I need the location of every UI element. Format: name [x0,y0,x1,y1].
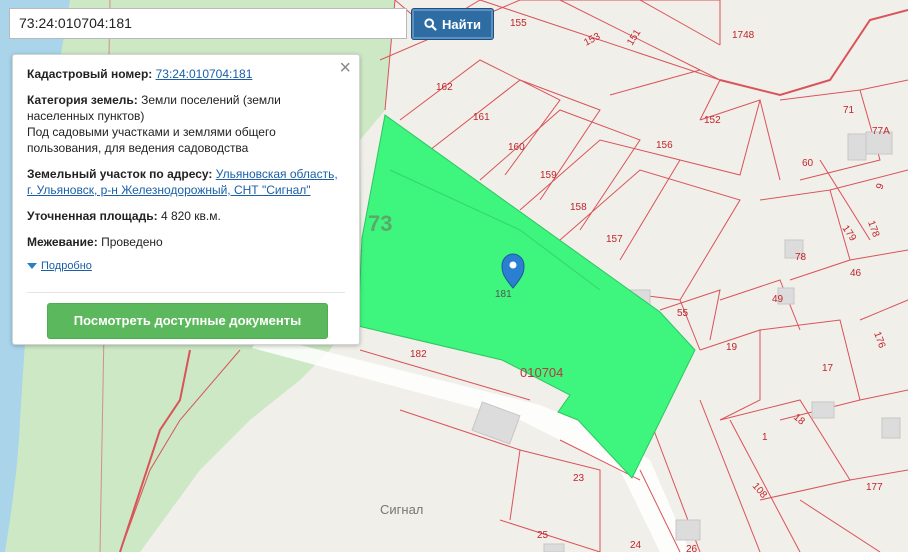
area-value: 4 820 кв.м. [160,209,221,223]
plot-number-label: 25 [537,530,549,541]
address-label: Земельный участок по адресу: [27,167,213,181]
caret-down-icon [27,263,37,269]
place-label: Сигнал [380,502,423,517]
plot-number-label: 60 [802,158,814,169]
survey-value: Проведено [101,235,163,249]
plot-number-label: 24 [630,540,642,551]
search-button[interactable]: Найти [411,8,494,40]
plot-number-label: 155 [510,18,527,29]
area-label: Уточненная площадь: [27,209,158,223]
plot-number-label: 160 [508,142,525,153]
plot-number-label: 19 [726,342,738,353]
plot-number-label: 55 [677,308,689,319]
area-row: Уточненная площадь: 4 820 кв.м. [27,208,345,224]
plot-number-label: 182 [410,349,427,360]
address-row: Земельный участок по адресу: Ульяновская… [27,166,345,198]
plot-number-label: 156 [656,140,673,151]
plot-number-label: 1 [762,432,768,443]
plot-number-label: 17 [822,363,834,374]
plot-info-panel: × Кадастровый номер: 73:24:010704:181 Ка… [12,54,360,345]
usage-value: Под садовыми участками и землями общего … [27,125,276,155]
divider [27,292,345,293]
category-row: Категория земель: Земли поселений (земли… [27,92,345,156]
view-documents-button[interactable]: Посмотреть доступные документы [47,303,328,339]
plot-number-label: 159 [540,170,557,181]
category-label: Категория земель: [27,93,138,107]
district-label: 73 [368,211,392,236]
more-details-link[interactable]: Подробно [27,258,345,274]
search-button-label: Найти [442,16,481,32]
plot-number-label: 1748 [732,30,755,41]
search-input[interactable]: 73:24:010704:181 [9,8,407,39]
plot-number-label: 23 [573,473,585,484]
more-details-label: Подробно [41,260,92,272]
close-icon[interactable]: × [339,58,351,78]
quarter-label: 010704 [520,365,563,380]
survey-label: Межевание: [27,235,98,249]
cadastral-link[interactable]: 73:24:010704:181 [156,67,253,81]
plot-number-label: 77А [872,126,890,137]
plot-number-label: 158 [570,202,587,213]
search-icon [424,17,437,31]
plot-number-label: 49 [772,294,784,305]
plot-number-label: 71 [843,105,855,116]
selected-plot-label: 181 [495,289,512,300]
plot-number-label: 161 [473,112,490,123]
plot-number-label: 152 [704,115,721,126]
survey-row: Межевание: Проведено [27,234,345,250]
plot-number-label: 78 [795,252,807,263]
plot-number-label: 26 [686,544,698,552]
plot-number-label: 162 [436,82,453,93]
plot-number-label: 177 [866,482,883,493]
plot-number-label: 46 [850,268,862,279]
cadastral-label: Кадастровый номер: [27,67,153,81]
plot-number-label: 157 [606,234,623,245]
cadastral-row: Кадастровый номер: 73:24:010704:181 [27,66,345,82]
